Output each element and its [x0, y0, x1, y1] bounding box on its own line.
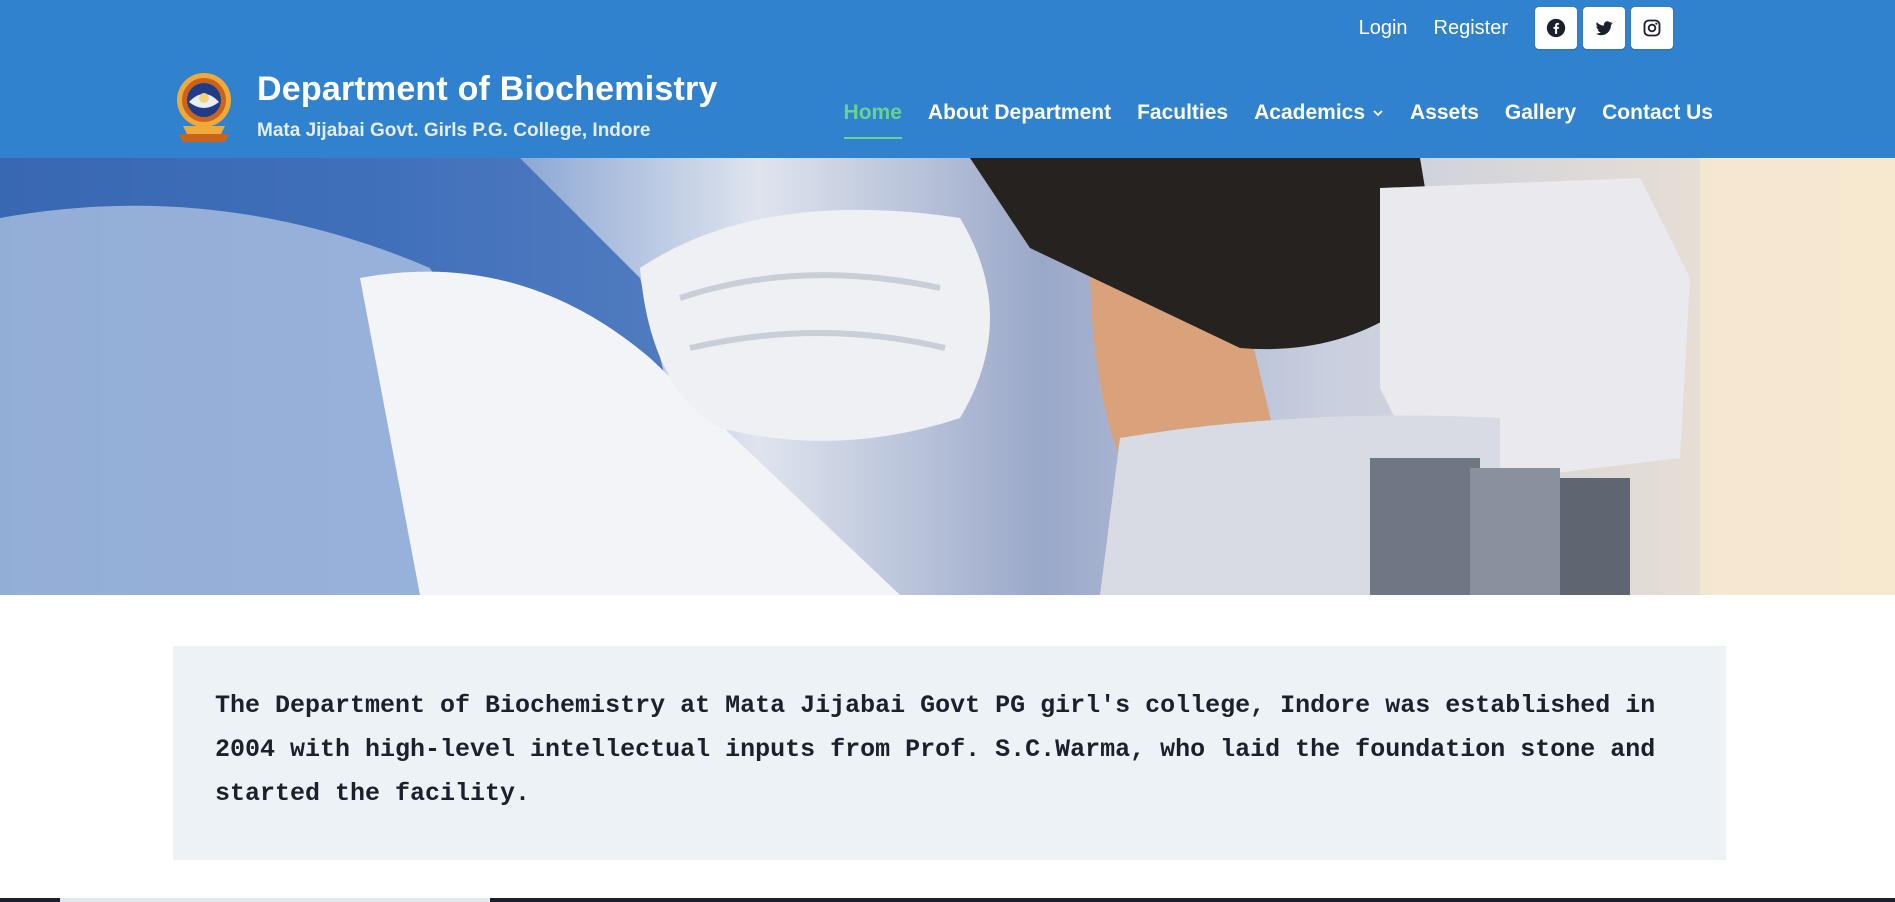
nav-faculties[interactable]: Faculties: [1137, 90, 1228, 136]
site-title[interactable]: Department of Biochemistry: [257, 64, 718, 114]
register-link[interactable]: Register: [1434, 17, 1508, 40]
login-link[interactable]: Login: [1359, 17, 1408, 40]
nav-about-department[interactable]: About Department: [928, 90, 1111, 136]
site-brand[interactable]: Department of Biochemistry Mata Jijabai …: [175, 64, 718, 150]
nav-faculties-label: Faculties: [1137, 101, 1229, 124]
nav-academics-label: Academics: [1254, 101, 1366, 124]
nav-contact-us[interactable]: Contact Us: [1602, 90, 1713, 136]
intro-section: The Department of Biochemistry at Mata J…: [173, 646, 1726, 860]
nav-gallery-label: Gallery: [1504, 101, 1577, 124]
facebook-icon: [1546, 18, 1566, 38]
bottom-strip: [0, 898, 1895, 902]
nav-contact-label: Contact Us: [1602, 101, 1713, 124]
chevron-down-icon: [1373, 110, 1383, 117]
nav-home-label: Home: [843, 101, 902, 124]
facebook-button[interactable]: [1535, 7, 1577, 49]
nav-home[interactable]: Home: [843, 90, 903, 139]
top-bar: Login Register: [1359, 7, 1673, 49]
intro-text: The Department of Biochemistry at Mata J…: [215, 691, 1656, 808]
site-header: Login Register Department of Biochemistr…: [0, 0, 1895, 158]
instagram-button[interactable]: [1631, 7, 1673, 49]
instagram-icon: [1643, 19, 1661, 37]
hero-image: [0, 158, 1895, 595]
nav-assets[interactable]: Assets: [1410, 90, 1479, 136]
twitter-icon: [1595, 21, 1613, 36]
nav-about-label: About Department: [927, 101, 1112, 124]
social-links: [1535, 7, 1673, 49]
microscope-researcher-illustration: [0, 158, 1895, 595]
nav-gallery[interactable]: Gallery: [1505, 90, 1576, 136]
site-tagline: Mata Jijabai Govt. Girls P.G. College, I…: [257, 120, 651, 141]
bottom-strip-segment: [60, 898, 490, 902]
twitter-button[interactable]: [1583, 7, 1625, 49]
college-emblem-icon: [177, 73, 231, 142]
main-nav: Home About Department Faculties Academic…: [818, 90, 1713, 139]
nav-assets-label: Assets: [1410, 101, 1479, 124]
nav-academics[interactable]: Academics: [1254, 90, 1384, 136]
